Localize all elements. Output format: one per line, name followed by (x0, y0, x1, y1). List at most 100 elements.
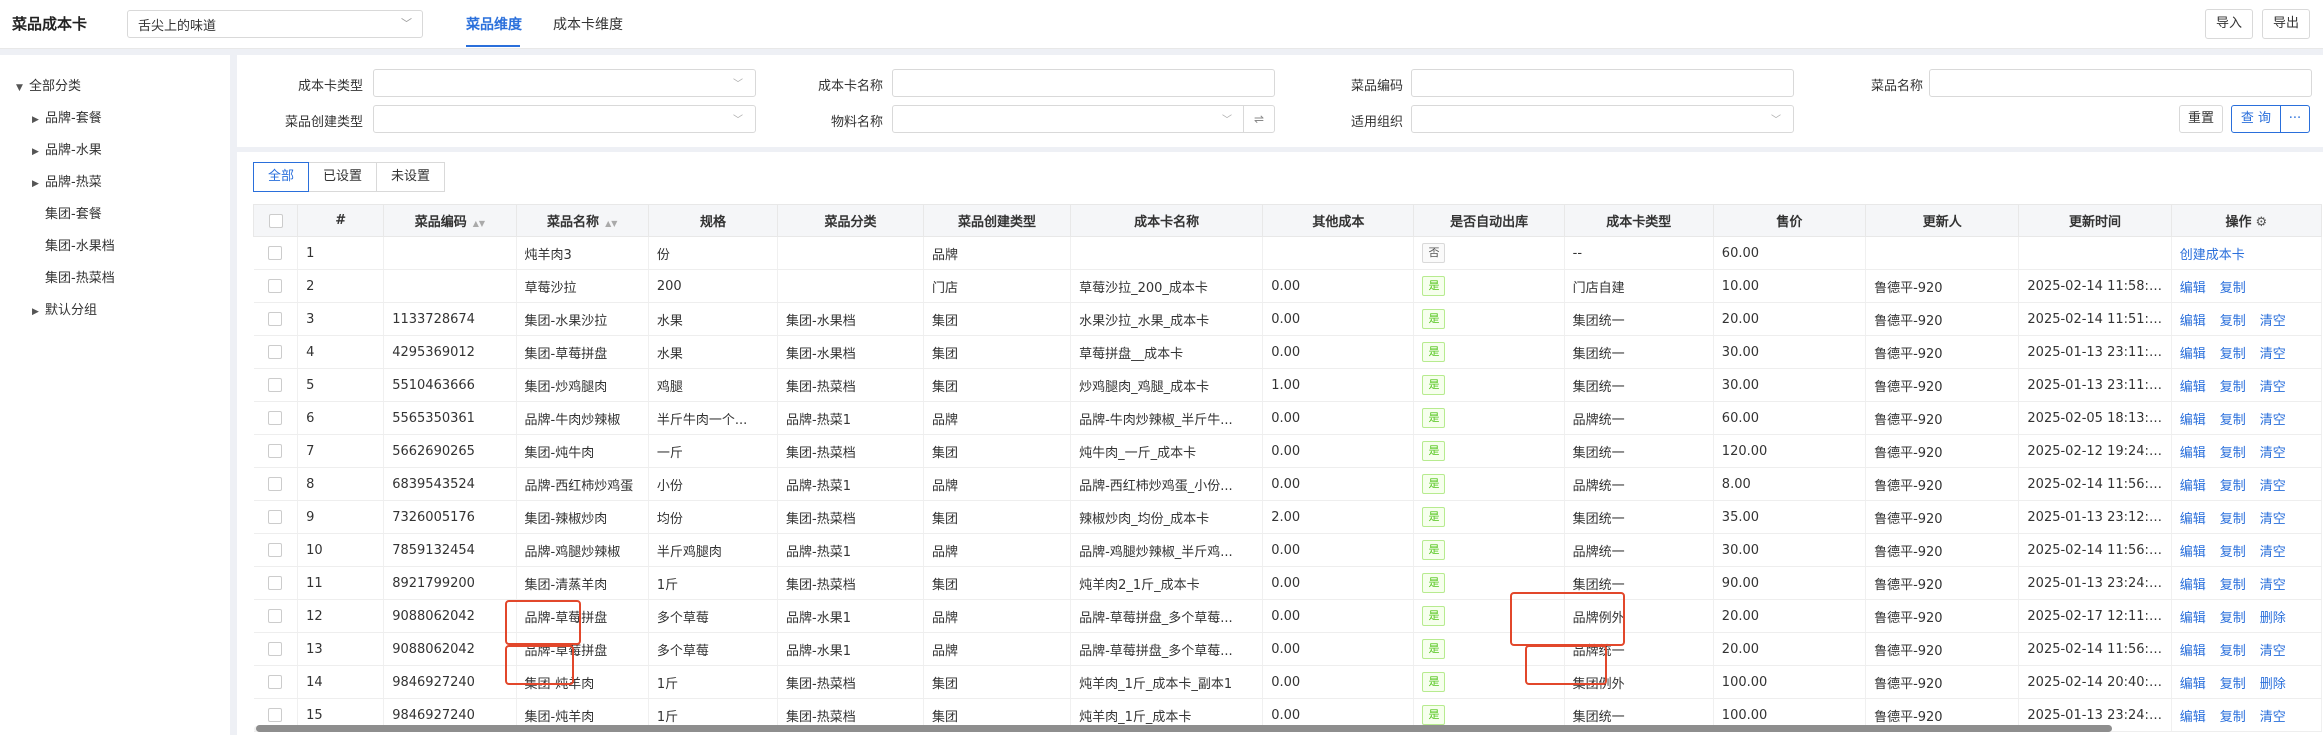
dish-code-link[interactable]: 9088062042 (383, 632, 517, 666)
copy-action-link[interactable]: 复制 (2220, 644, 2246, 659)
horizontal-scrollbar-thumb[interactable] (256, 725, 2112, 732)
header-dish-code[interactable]: 菜品编码 ▲▼ (383, 204, 517, 237)
table-row[interactable]: 5 5510463666 集团-炒鸡腿肉 鸡腿 集团-热菜档 集团 炒鸡腿肉_鸡腿_成本卡 1… (253, 368, 2323, 402)
edit-action-link[interactable]: 编辑 (2180, 578, 2206, 593)
edit-action-link[interactable]: 编辑 (2180, 611, 2206, 626)
copy-action-link[interactable]: 复制 (2220, 545, 2246, 560)
clear-action-link[interactable]: 清空 (2260, 545, 2286, 560)
copy-action-link[interactable]: 复制 (2220, 611, 2246, 626)
copy-action-link[interactable]: 复制 (2220, 380, 2246, 395)
copy-action-link[interactable]: 复制 (2220, 413, 2246, 428)
delete-action-link[interactable]: 删除 (2260, 677, 2286, 692)
row-select-cell[interactable] (253, 236, 299, 270)
table-row[interactable]: 2 草莓沙拉 200 门店 草莓沙拉_200_成本卡 0.00 是 门店自建 10.00 鲁德平-… (253, 269, 2323, 303)
row-select-cell[interactable] (253, 269, 299, 303)
applicable-org-select[interactable]: ﹀ (1411, 105, 1794, 133)
clear-action-link[interactable]: 清空 (2260, 578, 2286, 593)
row-select-cell[interactable] (253, 665, 299, 699)
tree-item-group-hot[interactable]: 集团-热菜档 (45, 267, 115, 286)
copy-action-link[interactable]: 复制 (2220, 578, 2246, 593)
clear-action-link[interactable]: 清空 (2260, 314, 2286, 329)
clear-action-link[interactable]: 清空 (2260, 413, 2286, 428)
checkbox[interactable] (268, 609, 283, 623)
edit-action-link[interactable]: 编辑 (2180, 314, 2206, 329)
checkbox[interactable] (268, 444, 283, 458)
edit-action-link[interactable]: 编辑 (2180, 281, 2206, 296)
dish-code-link[interactable]: 8921799200 (383, 566, 517, 600)
dish-code-link[interactable]: 5662690265 (383, 434, 517, 468)
material-name-select[interactable]: ﹀ ⇌ (892, 105, 1275, 133)
table-row[interactable]: 8 6839543524 品牌-西红柿炒鸡蛋 小份 品牌-热菜1 品牌 品牌-西红柿炒鸡蛋_… (253, 467, 2323, 501)
copy-action-link[interactable]: 复制 (2220, 479, 2246, 494)
dish-code-link[interactable]: 4295369012 (383, 335, 517, 369)
table-row[interactable]: 7 5662690265 集团-炖牛肉 一斤 集团-热菜档 集团 炖牛肉_一斤_成本卡 0.0… (253, 434, 2323, 468)
checkbox[interactable] (268, 345, 283, 359)
dish-create-type-select[interactable]: ﹀ (373, 105, 756, 133)
gear-icon[interactable]: ⚙ (2256, 215, 2268, 230)
table-row[interactable]: 3 1133728674 集团-水果沙拉 水果 集团-水果档 集团 水果沙拉_水果_成本卡 0… (253, 302, 2323, 336)
copy-action-link[interactable]: 复制 (2220, 314, 2246, 329)
checkbox[interactable] (268, 642, 283, 656)
row-select-cell[interactable] (253, 632, 299, 666)
table-row[interactable]: 9 7326005176 集团-辣椒炒肉 均份 集团-热菜档 集团 辣椒炒肉_均份_成本卡 2… (253, 500, 2323, 534)
checkbox[interactable] (268, 510, 283, 524)
dish-code-link[interactable]: 7859132454 (383, 533, 517, 567)
row-select-cell[interactable] (253, 401, 299, 435)
checkbox[interactable] (268, 411, 283, 425)
sort-icon[interactable]: ▲▼ (473, 219, 485, 228)
dish-code-link[interactable]: 6839543524 (383, 467, 517, 501)
clear-action-link[interactable]: 清空 (2260, 479, 2286, 494)
checkbox[interactable] (268, 543, 283, 557)
segment-all[interactable]: 全部 (253, 162, 310, 192)
copy-action-link[interactable]: 复制 (2220, 677, 2246, 692)
row-select-cell[interactable] (253, 533, 299, 567)
table-row[interactable]: 6 5565350361 品牌-牛肉炒辣椒 半斤牛肉一个... 品牌-热菜1 品牌 品牌-牛… (253, 401, 2323, 435)
tree-item-group-fruit[interactable]: 集团-水果档 (45, 235, 115, 254)
dish-code-link[interactable]: 5565350361 (383, 401, 517, 435)
copy-action-link[interactable]: 复制 (2220, 281, 2246, 296)
tree-item-brand-hot[interactable]: ▶ 品牌-热菜 (32, 171, 102, 190)
copy-action-link[interactable]: 复制 (2220, 710, 2246, 725)
checkbox[interactable] (268, 708, 283, 722)
row-select-cell[interactable] (253, 467, 299, 501)
tree-item-brand-fruit[interactable]: ▶ 品牌-水果 (32, 139, 102, 158)
edit-action-link[interactable]: 编辑 (2180, 710, 2206, 725)
more-options-button[interactable]: ··· (2280, 105, 2310, 133)
tab-dish-dimension[interactable]: 菜品维度 (466, 14, 522, 34)
clear-action-link[interactable]: 清空 (2260, 644, 2286, 659)
checkbox[interactable] (268, 213, 283, 228)
table-row[interactable]: 10 7859132454 品牌-鸡腿炒辣椒 半斤鸡腿肉 品牌-热菜1 品牌 品牌-鸡腿炒辣… (253, 533, 2323, 567)
dish-name-input[interactable] (1929, 69, 2312, 97)
dish-code-link[interactable]: 7326005176 (383, 500, 517, 534)
row-select-cell[interactable] (253, 500, 299, 534)
export-button[interactable]: 导出 (2262, 9, 2310, 39)
copy-action-link[interactable]: 复制 (2220, 347, 2246, 362)
table-row[interactable]: 1 炖羊肉3 份 品牌 否 -- 60.00 创建成本卡 (253, 236, 2323, 270)
segment-configured[interactable]: 已设置 (308, 162, 378, 192)
checkbox[interactable] (268, 378, 283, 392)
row-select-cell[interactable] (253, 335, 299, 369)
clear-action-link[interactable]: 清空 (2260, 446, 2286, 461)
clear-action-link[interactable]: 清空 (2260, 380, 2286, 395)
segment-unconfigured[interactable]: 未设置 (376, 162, 446, 192)
query-button[interactable]: 查 询 (2231, 105, 2281, 133)
edit-action-link[interactable]: 编辑 (2180, 677, 2206, 692)
edit-action-link[interactable]: 编辑 (2180, 380, 2206, 395)
tab-cost-card-dimension[interactable]: 成本卡维度 (553, 14, 623, 34)
clear-action-link[interactable]: 清空 (2260, 512, 2286, 527)
cost-card-type[interactable]: 门店自建 (1564, 269, 1714, 303)
reset-button[interactable]: 重置 (2179, 105, 2223, 133)
copy-action-link[interactable]: 复制 (2220, 446, 2246, 461)
dish-code-input[interactable] (1411, 69, 1794, 97)
tree-root-all[interactable]: ▼ 全部分类 (16, 75, 81, 94)
copy-action-link[interactable]: 复制 (2220, 512, 2246, 527)
edit-action-link[interactable]: 编辑 (2180, 446, 2206, 461)
delete-action-link[interactable]: 删除 (2260, 611, 2286, 626)
row-select-cell[interactable] (253, 368, 299, 402)
edit-action-link[interactable]: 编辑 (2180, 644, 2206, 659)
table-row[interactable]: 4 4295369012 集团-草莓拼盘 水果 集团-水果档 集团 草莓拼盘__成本卡 0.0… (253, 335, 2323, 369)
sort-icon[interactable]: ▲▼ (605, 219, 617, 228)
create-action-link[interactable]: 创建成本卡 (2180, 248, 2245, 263)
filter-settings-icon[interactable]: ⇌ (1243, 106, 1274, 132)
edit-action-link[interactable]: 编辑 (2180, 479, 2206, 494)
